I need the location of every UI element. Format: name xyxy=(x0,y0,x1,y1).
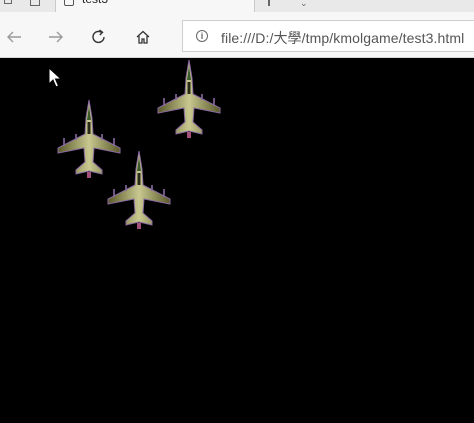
fighter-jet-icon xyxy=(157,59,221,138)
page-icon xyxy=(64,0,74,6)
back-arrow-icon xyxy=(7,31,21,43)
tab-test3[interactable]: test3 xyxy=(55,0,255,12)
tabs-aside-icon[interactable] xyxy=(30,0,40,6)
forward-arrow-icon xyxy=(49,31,63,43)
tab-strip: test3 ⌄ xyxy=(0,0,474,12)
home-icon xyxy=(136,30,150,44)
forward-button[interactable] xyxy=(42,24,70,50)
refresh-button[interactable] xyxy=(85,24,113,50)
tab-title: test3 xyxy=(82,0,108,6)
address-bar[interactable]: i file:///D:/大學/tmp/kmolgame/test3.html xyxy=(182,20,474,52)
new-tab-icon[interactable] xyxy=(268,0,270,6)
browser-chrome: test3 ⌄ i file:///D:/大學/tmp/kmolgame/tes… xyxy=(0,0,474,58)
url-text[interactable]: file:///D:/大學/tmp/kmolgame/test3.html xyxy=(221,28,464,48)
fighter-jet-icon xyxy=(107,150,171,229)
refresh-icon xyxy=(92,29,105,44)
game-canvas[interactable] xyxy=(0,58,474,423)
chevron-down-icon[interactable]: ⌄ xyxy=(300,0,308,9)
info-icon[interactable]: i xyxy=(196,30,208,42)
window-menu-icon[interactable] xyxy=(4,0,12,4)
home-button[interactable] xyxy=(129,24,157,50)
back-button[interactable] xyxy=(0,24,28,50)
mouse-pointer-icon xyxy=(48,67,62,88)
